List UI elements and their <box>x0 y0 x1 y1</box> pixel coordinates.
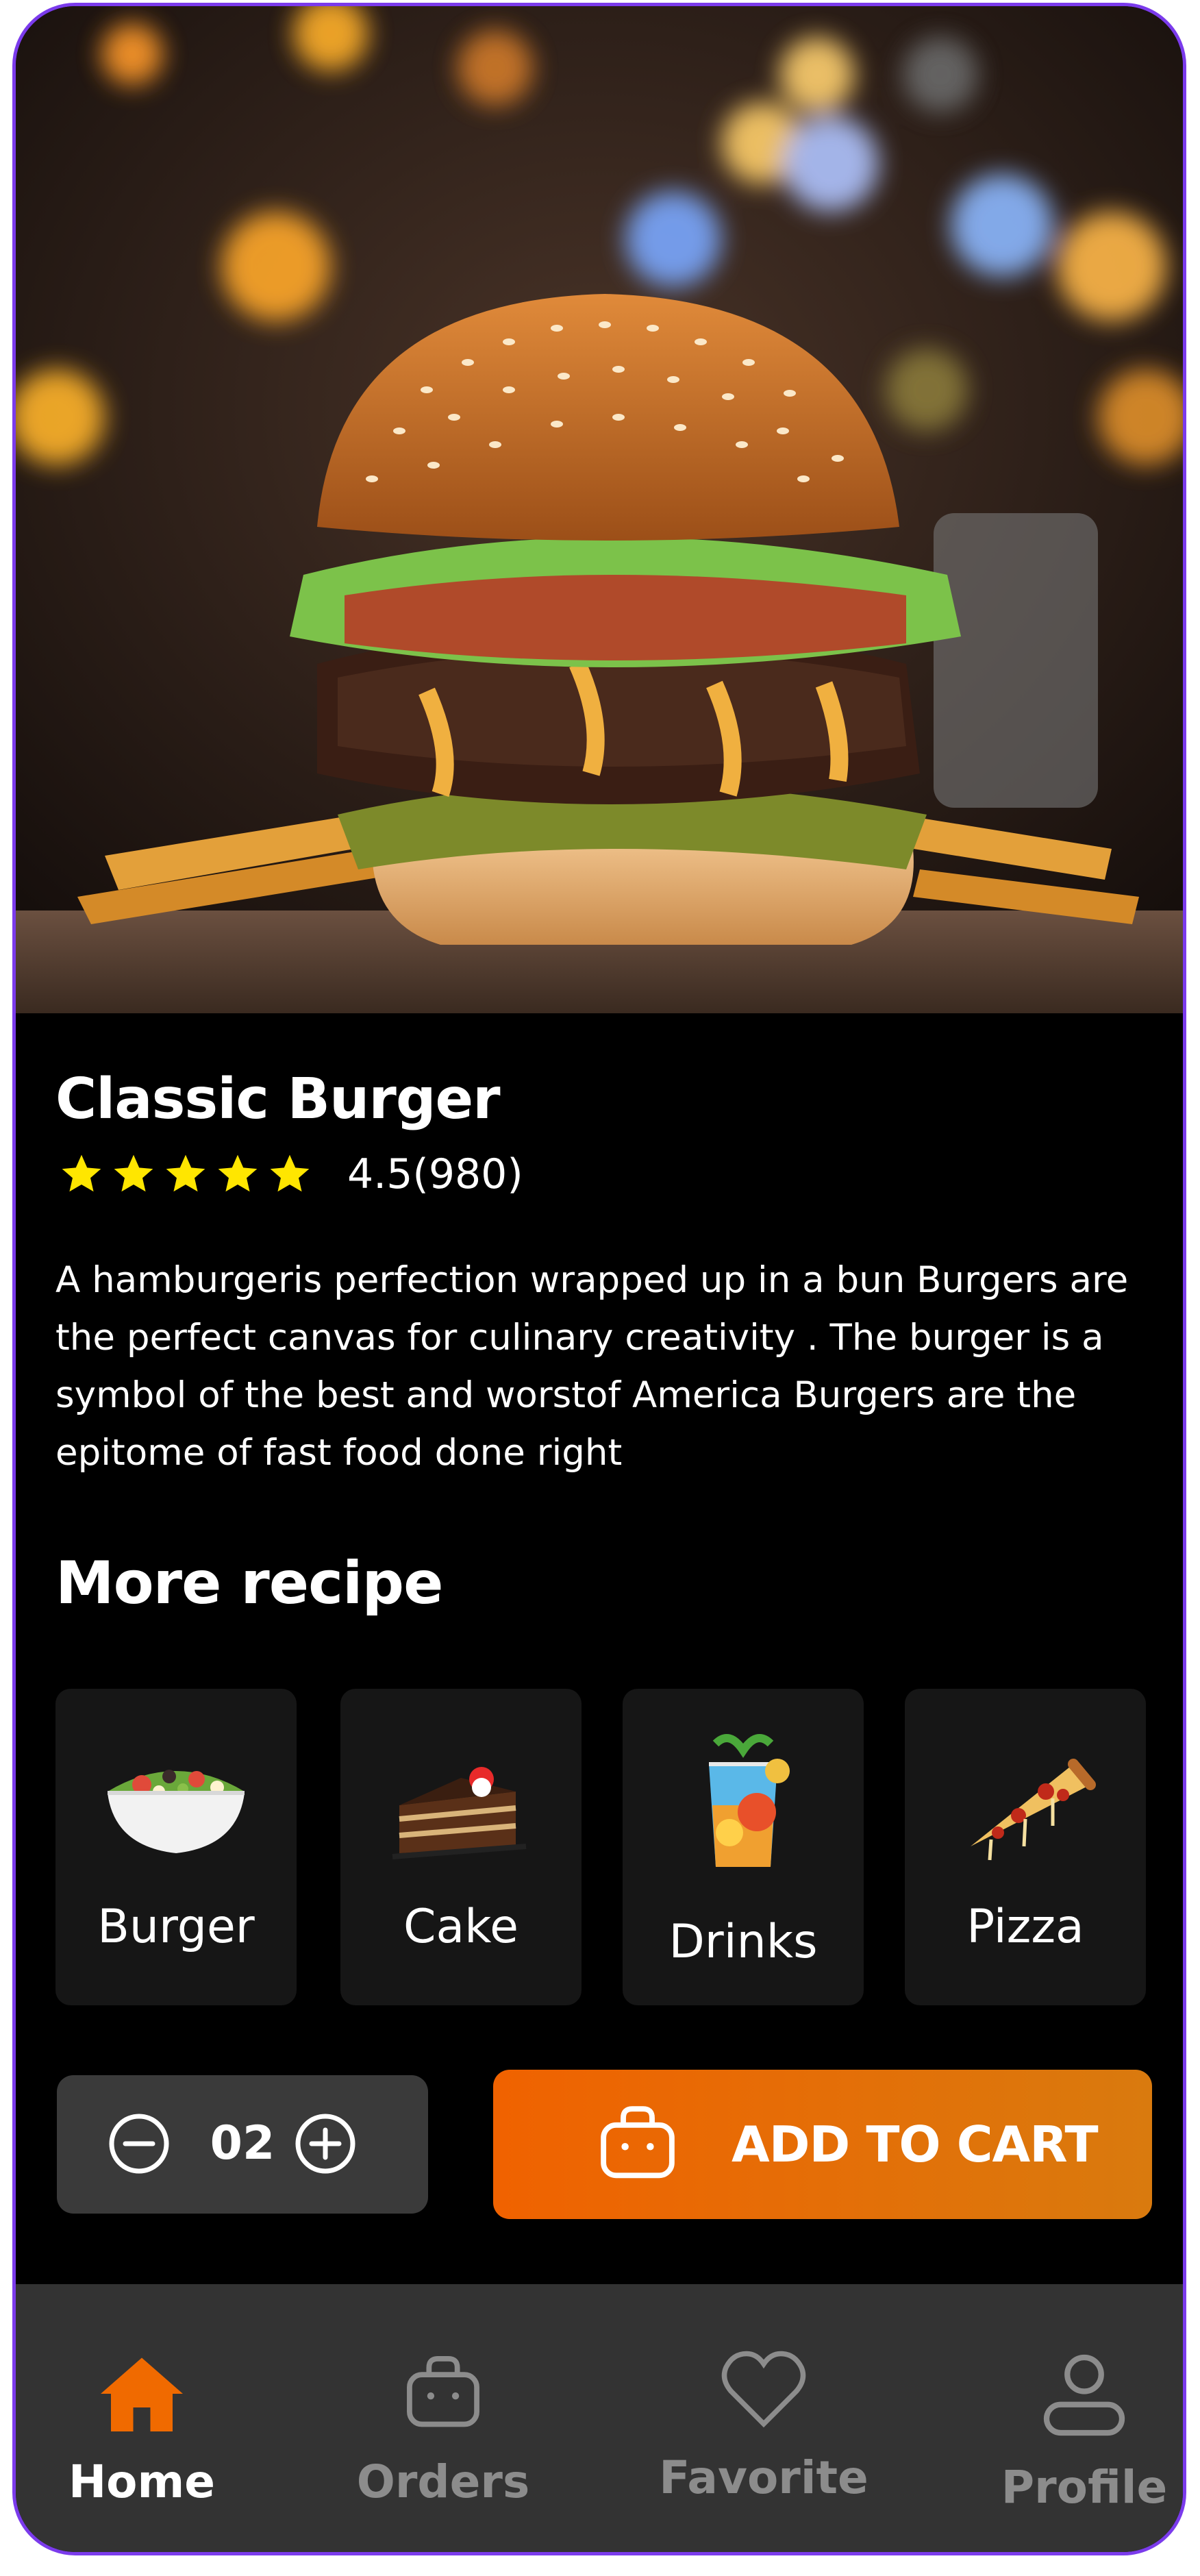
nav-item-favorite[interactable]: Favorite <box>640 2284 887 2552</box>
rating-stars <box>58 1151 313 1198</box>
recipe-card-label: Burger <box>97 1900 255 1954</box>
star-icon <box>270 1154 310 1192</box>
rating-value: 4.5(980) <box>347 1150 523 1198</box>
recipe-card-pizza[interactable]: Pizza <box>905 1689 1146 2005</box>
recipe-card-label: Cake <box>403 1900 518 1954</box>
nav-label-orders: Orders <box>356 2455 530 2508</box>
add-to-cart-button[interactable]: ADD TO CART <box>493 2070 1152 2219</box>
nav-label-favorite: Favorite <box>659 2451 868 2504</box>
bag-icon <box>407 2356 479 2427</box>
cake-slice-icon <box>340 1744 582 1867</box>
bottom-nav: Home Orders Favorite Profile <box>16 2284 1183 2552</box>
star-icon <box>218 1154 258 1192</box>
recipe-card-drinks[interactable]: Drinks <box>623 1689 864 2005</box>
star-icon <box>62 1154 101 1192</box>
heart-icon <box>721 2351 806 2428</box>
rating: 4.5(980) <box>58 1150 523 1198</box>
home-icon <box>101 2357 183 2431</box>
star-icon <box>114 1154 153 1192</box>
more-recipe-heading: More recipe <box>55 1549 443 1618</box>
product-description: A hamburgeris perfection wrapped up in a… <box>55 1259 1129 1474</box>
cocktail-icon <box>623 1730 864 1881</box>
cart-actions: 02 ADD TO CART <box>16 2070 1183 2233</box>
star-icon <box>166 1154 205 1192</box>
nav-label-home: Home <box>68 2455 216 2508</box>
recipe-card-cake[interactable]: Cake <box>340 1689 582 2005</box>
phone-frame: Classic Burger 4.5(980) A hamburgeris pe… <box>12 3 1186 2555</box>
nav-item-home[interactable]: Home <box>18 2284 265 2552</box>
bag-icon <box>601 2106 675 2179</box>
minus-circle-icon[interactable] <box>106 2111 172 2177</box>
quantity-stepper: 02 <box>57 2075 428 2214</box>
recipe-cards: Burger Cake Drinks Pizza <box>55 1689 1151 2007</box>
salad-bowl-icon <box>55 1744 297 1867</box>
plus-circle-icon[interactable] <box>292 2111 358 2177</box>
recipe-card-burger[interactable]: Burger <box>55 1689 297 2005</box>
product-details: Classic Burger 4.5(980) A hamburgeris pe… <box>16 1013 1183 2284</box>
user-icon <box>1043 2354 1125 2436</box>
nav-item-profile[interactable]: Profile <box>961 2284 1183 2552</box>
nav-item-orders[interactable]: Orders <box>320 2284 566 2552</box>
recipe-card-label: Pizza <box>966 1900 1084 1954</box>
quantity-value: 02 <box>210 2116 275 2170</box>
pizza-slice-icon <box>905 1744 1146 1867</box>
add-to-cart-label: ADD TO CART <box>732 2116 1099 2173</box>
hero-image-burger <box>16 6 1183 1013</box>
recipe-card-label: Drinks <box>668 1915 818 1969</box>
product-title: Classic Burger <box>55 1067 501 1132</box>
nav-label-profile: Profile <box>1001 2461 1168 2514</box>
